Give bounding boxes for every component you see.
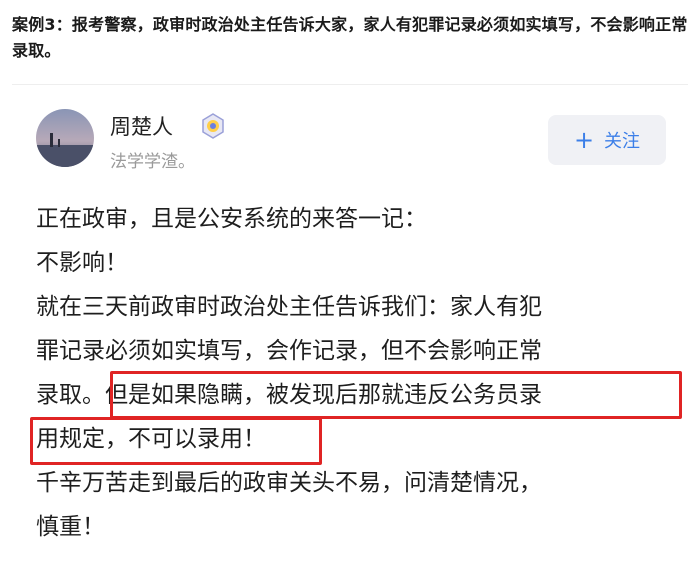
avatar-image — [36, 109, 94, 167]
answer-line: 罪记录必须如实填写，会作记录，但不会影响正常 — [36, 338, 542, 364]
follow-button[interactable]: + 关注 — [548, 115, 666, 165]
highlighted-text: 用规定，不可以录用！ — [36, 426, 266, 452]
answer-line: 正在政审，且是公安系统的来答一记： — [36, 206, 427, 232]
follow-label: 关注 — [604, 131, 641, 152]
answer-line: 千辛万苦走到最后的政审关头不易，问清楚情况， — [36, 470, 542, 496]
plus-icon: + — [573, 126, 595, 154]
answer-line: 录取。但是如果隐瞒，被发现后那就违反公务员录 — [36, 373, 676, 417]
answer-body: 正在政审，且是公安系统的来答一记： 不影响！ 就在三天前政审时政治处主任告诉我们… — [36, 197, 676, 549]
user-bio: 法学学渣。 — [110, 152, 195, 172]
answer-card: 周楚人 法学学渣。 + 关注 正在政审，且是公安系统的来答一记： 不影响！ 就在… — [12, 84, 688, 567]
answer-line: 不影响！ — [36, 250, 128, 276]
answer-line: 慎重！ — [36, 514, 105, 540]
highlighted-text: 但是如果隐瞒，被发现后那就违反公务员录 — [105, 382, 542, 408]
answer-line: 就在三天前政审时政治处主任告诉我们：家人有犯 — [36, 294, 542, 320]
answer-line: 用规定，不可以录用！ — [36, 417, 676, 461]
article-headline: 案例3：报考警察，政审时政治处主任告诉大家，家人有犯罪记录必须如实填写，不会影响… — [12, 15, 688, 60]
username[interactable]: 周楚人 — [110, 111, 173, 141]
avatar[interactable] — [36, 109, 94, 167]
verified-badge-icon — [200, 113, 226, 139]
answer-text: 录取。 — [36, 382, 105, 408]
